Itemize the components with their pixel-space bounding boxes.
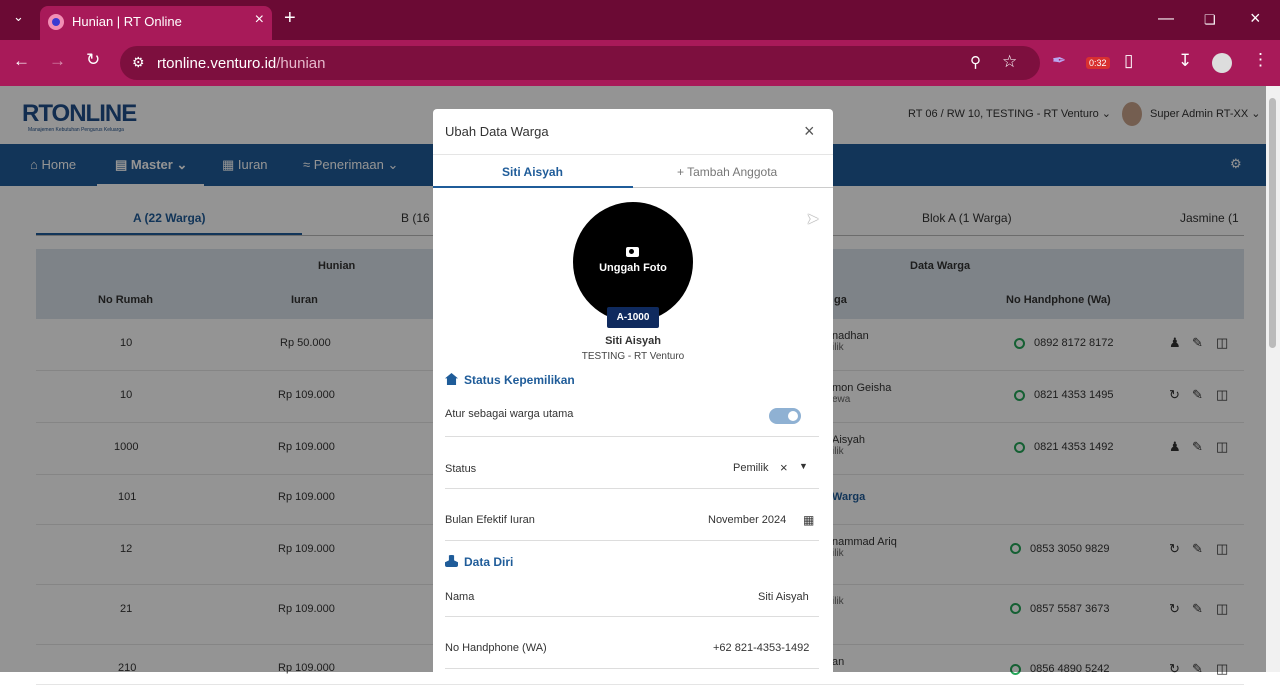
close-window-icon[interactable]: × <box>1250 8 1261 29</box>
mouse-cursor-icon: ➤ <box>806 211 820 228</box>
resident-name: Siti Aisyah <box>605 335 661 347</box>
page-scrollbar[interactable] <box>1266 86 1280 672</box>
modal-tab-underline <box>433 186 633 188</box>
upload-photo-label: Unggah Foto <box>599 262 667 274</box>
bookmark-star-icon[interactable]: ☆ <box>1002 52 1017 72</box>
favicon-icon <box>48 14 64 30</box>
minimize-icon[interactable]: — <box>1158 10 1174 28</box>
forward-icon[interactable]: → <box>49 51 66 71</box>
resident-org: TESTING - RT Venturo <box>581 351 685 362</box>
primary-resident-row: Atur sebagai warga utama <box>445 397 819 437</box>
reload-icon[interactable]: ↻ <box>86 50 100 70</box>
clear-status-icon[interactable]: × <box>780 460 788 475</box>
name-label: Nama <box>445 591 475 603</box>
modal-tabs: Siti Aisyah + Tambah Anggota <box>433 154 833 188</box>
person-icon <box>445 555 458 567</box>
zoom-icon[interactable]: ⚲ <box>970 53 981 71</box>
profile-avatar[interactable] <box>1212 53 1232 73</box>
tab-search-icon[interactable]: ⌄ <box>13 9 24 25</box>
tab-add-member[interactable]: + Tambah Anggota <box>677 165 777 179</box>
status-label: Status <box>445 463 477 475</box>
modal-title: Ubah Data Warga <box>445 124 549 139</box>
home-icon <box>445 373 458 385</box>
download-icon[interactable]: ↧ <box>1178 51 1192 71</box>
calendar-icon[interactable]: ▦ <box>803 513 814 527</box>
primary-resident-toggle[interactable] <box>769 408 801 424</box>
effective-month-label: Bulan Efektif Iuran <box>445 514 535 526</box>
house-number-badge: A-1000 <box>607 307 659 328</box>
site-info-icon[interactable]: ⚙ <box>132 54 145 71</box>
effective-month-row: Bulan Efektif Iuran November 2024 ▦ <box>445 499 819 541</box>
back-icon[interactable]: ← <box>13 51 30 71</box>
scrollbar-thumb[interactable] <box>1269 98 1276 348</box>
address-bar-row: ← → ↻ ⚙ rtonline.venturo.id/hunian ⚲ ☆ ✒… <box>0 40 1280 86</box>
tab-title: Hunian | RT Online <box>72 14 182 29</box>
status-row: Status Pemilik × ▼ <box>445 447 819 489</box>
status-select[interactable]: Pemilik <box>733 462 768 474</box>
primary-resident-label: Atur sebagai warga utama <box>445 408 574 420</box>
name-input[interactable]: Siti Aisyah <box>758 591 809 603</box>
section-ownership: Status Kepemilikan <box>445 373 575 387</box>
name-row: Nama Siti Aisyah <box>445 579 819 617</box>
restore-icon[interactable]: ❏ <box>1204 12 1216 28</box>
feather-extension-icon[interactable]: ✒ <box>1052 51 1066 71</box>
camera-icon <box>626 247 639 257</box>
edit-resident-modal: Ubah Data Warga × Siti Aisyah + Tambah A… <box>433 109 833 672</box>
close-tab-icon[interactable]: × <box>255 11 264 29</box>
phone-label: No Handphone (WA) <box>445 642 547 654</box>
effective-month-input[interactable]: November 2024 <box>708 514 786 526</box>
dropdown-caret-icon[interactable]: ▼ <box>799 461 808 471</box>
browser-menu-icon[interactable]: ⋮ <box>1252 50 1269 70</box>
new-tab-icon[interactable]: + <box>284 7 296 30</box>
tab-strip: ⌄ Hunian | RT Online × + — ❏ × <box>0 0 1280 40</box>
phone-row: No Handphone (WA) +62 821-4353-1492 <box>445 631 819 669</box>
extension-timer-badge[interactable]: 0:32 <box>1086 57 1110 69</box>
extensions-icon[interactable]: ▯ <box>1124 51 1133 71</box>
browser-tab[interactable]: Hunian | RT Online × <box>40 6 272 40</box>
photo-upload[interactable]: Unggah Foto <box>573 202 693 322</box>
phone-input[interactable]: +62 821-4353-1492 <box>713 642 809 654</box>
url-field[interactable]: ⚙ rtonline.venturo.id/hunian ⚲ ☆ <box>120 46 1040 80</box>
tab-member-siti[interactable]: Siti Aisyah <box>502 165 563 179</box>
browser-chrome: ⌄ Hunian | RT Online × + — ❏ × ← → ↻ ⚙ r… <box>0 0 1280 86</box>
url-text: rtonline.venturo.id/hunian <box>157 55 326 72</box>
close-modal-icon[interactable]: × <box>804 121 815 142</box>
section-personal: Data Diri <box>445 555 513 569</box>
